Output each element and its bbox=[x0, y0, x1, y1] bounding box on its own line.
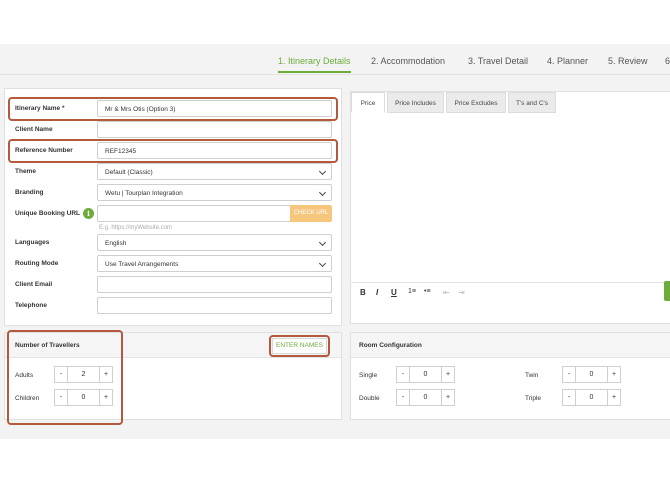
chevron-down-icon bbox=[318, 167, 327, 176]
routing-mode-label: Routing Mode bbox=[15, 260, 59, 267]
save-tab-button[interactable] bbox=[664, 281, 670, 301]
routing-mode-select[interactable]: Use Travel Arrangements bbox=[97, 255, 332, 272]
tab-price-includes[interactable]: Price Includes bbox=[387, 92, 444, 113]
telephone-label: Telephone bbox=[15, 302, 48, 309]
theme-value: Default (Classic) bbox=[105, 169, 153, 176]
booking-url-hint: E.g. https://myWebsite.com bbox=[99, 225, 172, 231]
booking-url-label: Unique Booking URL bbox=[15, 210, 80, 217]
step-planner[interactable]: 4. Planner bbox=[547, 56, 588, 71]
telephone-input[interactable] bbox=[97, 297, 332, 314]
client-name-label: Client Name bbox=[15, 126, 53, 133]
room-config-header: Room Configuration bbox=[351, 333, 670, 358]
tab-terms[interactable]: T's and C's bbox=[508, 92, 556, 113]
callout-travellers bbox=[7, 330, 123, 425]
step-review[interactable]: 5. Review bbox=[608, 56, 648, 71]
branding-select[interactable]: Wetu | Tourplan Integration bbox=[97, 184, 332, 201]
triple-stepper: - 0 + bbox=[562, 389, 624, 406]
twin-stepper: - 0 + bbox=[562, 366, 624, 383]
step-6[interactable]: 6 bbox=[665, 56, 670, 71]
single-decrement-button[interactable]: - bbox=[396, 366, 410, 383]
editor-toolbar: B I U 1≡ •≡ ⇤ ⇥ bbox=[350, 282, 670, 302]
ordered-list-icon[interactable]: 1≡ bbox=[408, 288, 416, 295]
step-accommodation[interactable]: 2. Accommodation bbox=[371, 56, 445, 71]
single-count[interactable]: 0 bbox=[410, 366, 441, 383]
client-email-input[interactable] bbox=[97, 276, 332, 293]
callout-enter-names bbox=[269, 335, 330, 357]
row-client-email: Client Email bbox=[0, 276, 340, 294]
single-label: Single bbox=[359, 372, 378, 379]
triple-increment-button[interactable]: + bbox=[607, 389, 621, 406]
room-config-title: Room Configuration bbox=[359, 342, 422, 349]
step-itinerary-details[interactable]: 1. Itinerary Details bbox=[278, 56, 351, 73]
row-branding: Branding Wetu | Tourplan Integration bbox=[0, 184, 340, 202]
double-increment-button[interactable]: + bbox=[441, 389, 455, 406]
languages-label: Languages bbox=[15, 239, 50, 246]
tab-price-excludes[interactable]: Price Excludes bbox=[446, 92, 506, 113]
outdent-icon[interactable]: ⇤ bbox=[443, 288, 450, 297]
itinerary-builder: 1. Itinerary Details 2. Accommodation 3.… bbox=[0, 0, 670, 482]
branding-value: Wetu | Tourplan Integration bbox=[105, 190, 183, 197]
routing-mode-value: Use Travel Arrangements bbox=[105, 261, 179, 268]
languages-select[interactable]: English bbox=[97, 234, 332, 251]
chevron-down-icon bbox=[318, 188, 327, 197]
check-url-button[interactable]: CHECK URL bbox=[290, 205, 332, 222]
single-increment-button[interactable]: + bbox=[441, 366, 455, 383]
twin-increment-button[interactable]: + bbox=[607, 366, 621, 383]
triple-decrement-button[interactable]: - bbox=[562, 389, 576, 406]
single-stepper: - 0 + bbox=[396, 366, 458, 383]
row-routing-mode: Routing Mode Use Travel Arrangements bbox=[0, 255, 340, 273]
triple-label: Triple bbox=[525, 395, 542, 402]
row-telephone: Telephone bbox=[0, 297, 340, 315]
bullet-list-icon[interactable]: •≡ bbox=[424, 288, 431, 295]
italic-button[interactable]: I bbox=[376, 288, 378, 297]
callout-reference-number bbox=[8, 139, 338, 163]
indent-icon[interactable]: ⇥ bbox=[458, 288, 465, 297]
branding-label: Branding bbox=[15, 189, 44, 196]
callout-itinerary-name bbox=[8, 97, 338, 121]
booking-url-input[interactable] bbox=[97, 205, 291, 222]
double-label: Double bbox=[359, 395, 380, 402]
theme-select[interactable]: Default (Classic) bbox=[97, 163, 332, 180]
top-bar bbox=[0, 0, 670, 44]
twin-decrement-button[interactable]: - bbox=[562, 366, 576, 383]
double-decrement-button[interactable]: - bbox=[396, 389, 410, 406]
twin-count[interactable]: 0 bbox=[576, 366, 607, 383]
row-booking-url: Unique Booking URL i CHECK URL bbox=[0, 205, 340, 223]
step-travel-detail[interactable]: 3. Travel Detail bbox=[468, 56, 528, 71]
info-icon[interactable]: i bbox=[83, 208, 94, 219]
triple-count[interactable]: 0 bbox=[576, 389, 607, 406]
row-languages: Languages English bbox=[0, 234, 340, 252]
row-theme: Theme Default (Classic) bbox=[0, 163, 340, 181]
tab-price[interactable]: Price bbox=[351, 92, 385, 113]
languages-value: English bbox=[105, 240, 127, 247]
chevron-down-icon bbox=[318, 238, 327, 247]
client-email-label: Client Email bbox=[15, 281, 53, 288]
client-name-input[interactable] bbox=[97, 121, 332, 138]
row-client-name: Client Name bbox=[0, 121, 340, 139]
bold-button[interactable]: B bbox=[360, 288, 366, 297]
underline-button[interactable]: U bbox=[391, 288, 397, 297]
chevron-down-icon bbox=[318, 259, 327, 268]
twin-label: Twin bbox=[525, 372, 539, 379]
double-count[interactable]: 0 bbox=[410, 389, 441, 406]
theme-label: Theme bbox=[15, 168, 36, 175]
double-stepper: - 0 + bbox=[396, 389, 458, 406]
steps-divider bbox=[0, 74, 670, 75]
